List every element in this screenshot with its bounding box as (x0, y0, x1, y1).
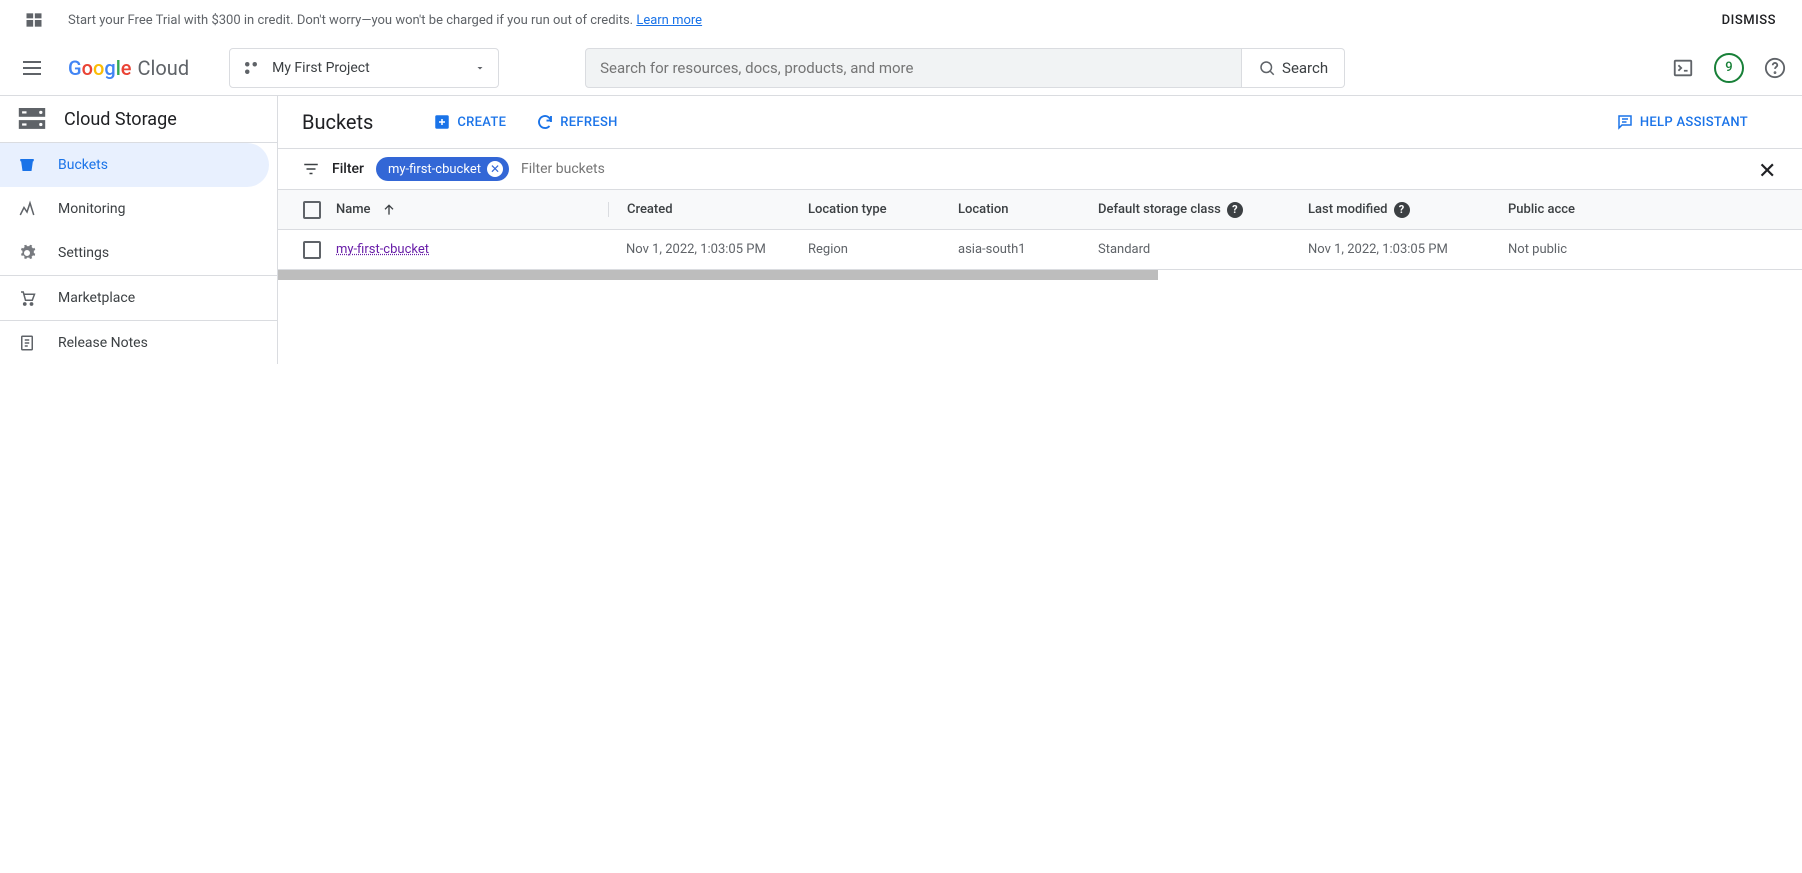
search-button[interactable]: Search (1242, 48, 1345, 88)
app-header: Google Cloud My First Project Search 9 (0, 40, 1802, 96)
chat-icon (1616, 113, 1634, 131)
sort-asc-icon (381, 202, 397, 218)
col-modified[interactable]: Last modified ? (1308, 202, 1508, 218)
cloud-storage-icon (18, 108, 46, 130)
sidebar-item-monitoring[interactable]: Monitoring (0, 187, 277, 231)
bucket-name-link[interactable]: my-first-cbucket (336, 242, 429, 257)
sidebar-item-settings[interactable]: Settings (0, 231, 277, 275)
google-cloud-logo[interactable]: Google Cloud (68, 56, 189, 80)
table-header: Name Created Location type Location Defa… (278, 190, 1802, 230)
col-public[interactable]: Public acce (1508, 202, 1628, 217)
marketplace-icon (18, 289, 36, 307)
dropdown-icon (474, 62, 486, 74)
cell-loctype: Region (808, 242, 958, 257)
plus-icon (433, 113, 451, 131)
help-tooltip-icon[interactable]: ? (1394, 202, 1410, 218)
sidebar-item-release-notes[interactable]: Release Notes (0, 320, 277, 364)
project-icon (242, 59, 260, 77)
hamburger-icon[interactable] (20, 56, 44, 80)
filter-chip[interactable]: my-first-cbucket ✕ (376, 157, 509, 181)
search-box[interactable] (585, 48, 1242, 88)
banner-text: Start your Free Trial with $300 in credi… (68, 13, 1722, 28)
cell-modified: Nov 1, 2022, 1:03:05 PM (1308, 242, 1508, 257)
cell-public: Not public (1508, 242, 1628, 257)
filter-icon[interactable] (302, 160, 320, 178)
sidebar-item-label: Marketplace (58, 290, 135, 306)
search-wrap: Search (585, 48, 1345, 88)
help-icon[interactable] (1764, 57, 1786, 79)
cloud-shell-icon[interactable] (1672, 57, 1694, 79)
sidebar-title: Cloud Storage (64, 109, 177, 130)
cell-location: asia-south1 (958, 242, 1098, 257)
filter-input[interactable] (521, 161, 1746, 177)
gift-icon (24, 10, 44, 30)
search-input[interactable] (600, 59, 1227, 77)
monitoring-icon (18, 200, 36, 218)
sidebar-item-marketplace[interactable]: Marketplace (0, 276, 277, 320)
project-picker[interactable]: My First Project (229, 48, 499, 88)
main-toolbar: Buckets CREATE REFRESH HELP ASSISTANT (278, 96, 1802, 149)
select-all-checkbox[interactable] (303, 201, 321, 219)
col-created[interactable]: Created (608, 202, 808, 217)
sidebar: Cloud Storage Buckets Monitoring Setting… (0, 96, 278, 364)
project-name: My First Project (272, 60, 474, 76)
filter-bar: Filter my-first-cbucket ✕ ✕ (278, 149, 1802, 190)
sidebar-header: Cloud Storage (0, 96, 277, 143)
learn-more-link[interactable]: Learn more (636, 13, 702, 28)
sidebar-item-label: Monitoring (58, 201, 126, 217)
gear-icon (18, 244, 36, 262)
cell-class: Standard (1098, 242, 1308, 257)
sidebar-item-buckets[interactable]: Buckets (0, 143, 269, 187)
search-icon (1258, 59, 1276, 77)
dismiss-button[interactable]: DISMISS (1722, 13, 1776, 28)
help-assistant-button[interactable]: HELP ASSISTANT (1616, 113, 1748, 131)
main-content: Buckets CREATE REFRESH HELP ASSISTANT Fi… (278, 96, 1802, 364)
close-icon[interactable]: ✕ (1758, 159, 1778, 179)
table-row: my-first-cbucket Nov 1, 2022, 1:03:05 PM… (278, 230, 1802, 270)
col-loctype[interactable]: Location type (808, 202, 958, 217)
free-trial-banner: Start your Free Trial with $300 in credi… (0, 0, 1802, 40)
row-checkbox[interactable] (303, 241, 321, 259)
notifications-badge[interactable]: 9 (1714, 53, 1744, 83)
filter-label: Filter (332, 161, 364, 177)
page-title: Buckets (302, 110, 373, 134)
sidebar-item-label: Settings (58, 245, 109, 261)
horizontal-scrollbar[interactable] (278, 270, 1158, 280)
sidebar-item-label: Buckets (58, 157, 108, 173)
refresh-button[interactable]: REFRESH (536, 113, 617, 131)
cell-created: Nov 1, 2022, 1:03:05 PM (608, 242, 808, 257)
col-class[interactable]: Default storage class ? (1098, 202, 1308, 218)
release-notes-icon (18, 334, 36, 352)
help-tooltip-icon[interactable]: ? (1227, 202, 1243, 218)
create-button[interactable]: CREATE (433, 113, 506, 131)
col-location[interactable]: Location (958, 202, 1098, 217)
chip-remove-icon[interactable]: ✕ (487, 161, 503, 177)
bucket-icon (18, 156, 36, 174)
refresh-icon (536, 113, 554, 131)
sidebar-item-label: Release Notes (58, 335, 148, 351)
col-name[interactable]: Name (328, 202, 608, 218)
